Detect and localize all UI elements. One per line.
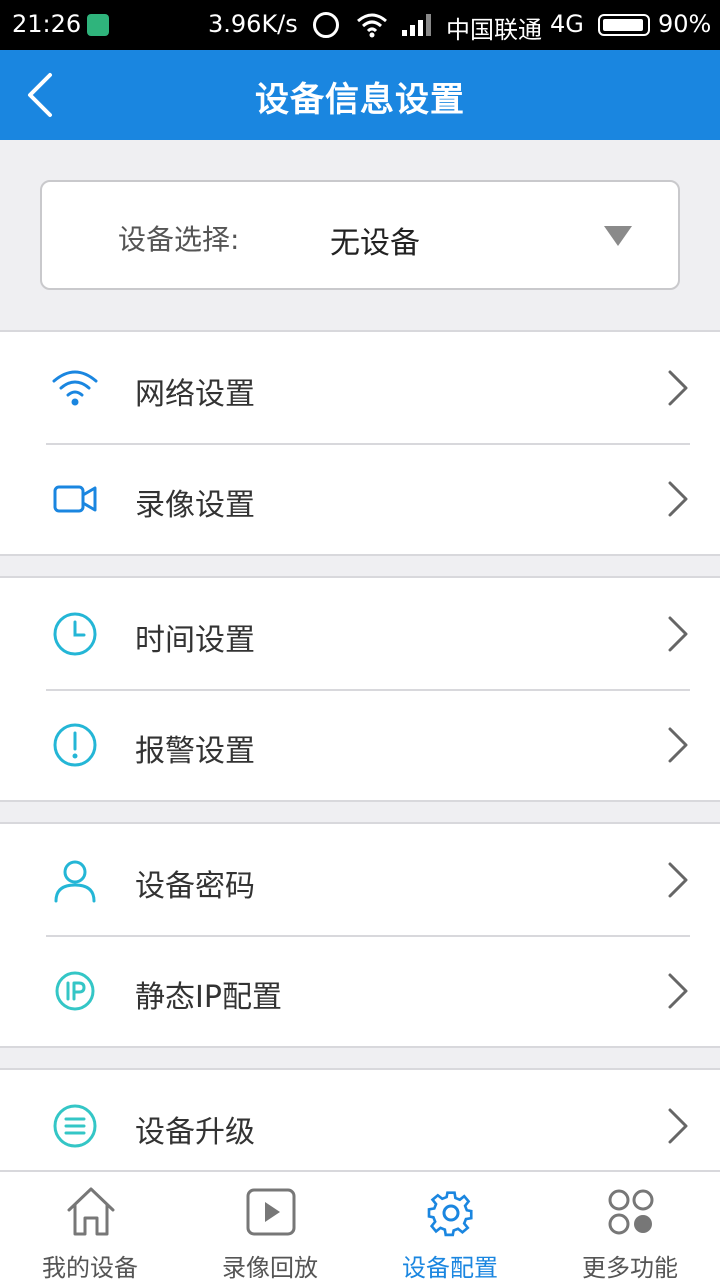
alert-icon bbox=[53, 723, 97, 767]
status-carrier: 中国联通 bbox=[446, 16, 542, 44]
menu-label-alarm: 报警设置 bbox=[135, 734, 255, 769]
device-select-label: 设备选择: bbox=[118, 223, 240, 256]
wifi-status-icon bbox=[357, 13, 387, 38]
settings-group-2: 时间设置 报警设置 bbox=[0, 576, 720, 802]
title-bar: 设备信息设置 bbox=[0, 50, 720, 140]
settings-group-1: 网络设置 录像设置 bbox=[0, 330, 720, 556]
status-bar: 21:26 3.96K/s 中国联通 4G 90% bbox=[0, 0, 720, 50]
tab-playback[interactable]: 录像回放 bbox=[180, 1172, 360, 1280]
menu-item-record[interactable]: 录像设置 bbox=[0, 443, 720, 554]
menu-item-network[interactable]: 网络设置 bbox=[0, 332, 720, 443]
menu-item-password[interactable]: 设备密码 bbox=[0, 824, 720, 935]
settings-group-3: 设备密码 静态IP配置 bbox=[0, 822, 720, 1048]
tab-config[interactable]: 设备配置 bbox=[360, 1172, 540, 1280]
tab-label-my-devices: 我的设备 bbox=[42, 1254, 138, 1280]
chevron-right-icon bbox=[668, 481, 688, 517]
menu-label-record: 录像设置 bbox=[135, 488, 255, 523]
shield-icon bbox=[87, 14, 109, 36]
menu-label-time: 时间设置 bbox=[135, 623, 255, 658]
ip-icon bbox=[55, 971, 95, 1011]
list-icon bbox=[53, 1104, 97, 1148]
status-net-speed: 3.96K/s bbox=[208, 10, 298, 38]
signal-icon bbox=[402, 14, 431, 36]
user-icon bbox=[54, 860, 96, 903]
menu-item-time[interactable]: 时间设置 bbox=[0, 578, 720, 689]
device-select-value: 无设备 bbox=[330, 226, 420, 261]
home-icon bbox=[67, 1187, 115, 1236]
menu-label-static-ip: 静态IP配置 bbox=[135, 980, 282, 1015]
wifi-icon bbox=[52, 370, 98, 406]
tab-label-config: 设备配置 bbox=[402, 1254, 498, 1280]
page-title: 设备信息设置 bbox=[255, 80, 465, 120]
clock-icon bbox=[53, 612, 97, 656]
chevron-right-icon bbox=[668, 616, 688, 652]
menu-item-alarm[interactable]: 报警设置 bbox=[0, 689, 720, 800]
alarm-icon bbox=[313, 12, 339, 38]
menu-item-upgrade[interactable]: 设备升级 bbox=[0, 1070, 720, 1181]
battery-icon bbox=[598, 14, 650, 36]
tab-label-playback: 录像回放 bbox=[222, 1254, 318, 1280]
chevron-right-icon bbox=[668, 727, 688, 763]
gear-icon bbox=[427, 1191, 473, 1237]
chevron-right-icon bbox=[668, 973, 688, 1009]
status-network: 4G bbox=[550, 10, 584, 38]
video-camera-icon bbox=[53, 485, 97, 513]
grid-icon bbox=[608, 1189, 654, 1235]
menu-label-upgrade: 设备升级 bbox=[135, 1115, 255, 1150]
tab-more[interactable]: 更多功能 bbox=[540, 1172, 720, 1280]
settings-group-4: 设备升级 bbox=[0, 1068, 720, 1181]
play-icon bbox=[246, 1188, 296, 1236]
status-battery: 90% bbox=[658, 10, 712, 38]
menu-item-static-ip[interactable]: 静态IP配置 bbox=[0, 935, 720, 1046]
chevron-right-icon bbox=[668, 370, 688, 406]
chevron-right-icon bbox=[668, 1108, 688, 1144]
tab-my-devices[interactable]: 我的设备 bbox=[0, 1172, 180, 1280]
device-select-dropdown[interactable]: 设备选择: 无设备 bbox=[40, 180, 680, 290]
menu-label-network: 网络设置 bbox=[135, 377, 255, 412]
tab-label-more: 更多功能 bbox=[582, 1254, 678, 1280]
status-time: 21:26 bbox=[12, 10, 82, 38]
menu-label-password: 设备密码 bbox=[135, 869, 255, 904]
dropdown-arrow-icon bbox=[604, 226, 632, 246]
chevron-right-icon bbox=[668, 862, 688, 898]
bottom-tab-bar: 我的设备 录像回放 设备配置 更多功能 bbox=[0, 1170, 720, 1280]
